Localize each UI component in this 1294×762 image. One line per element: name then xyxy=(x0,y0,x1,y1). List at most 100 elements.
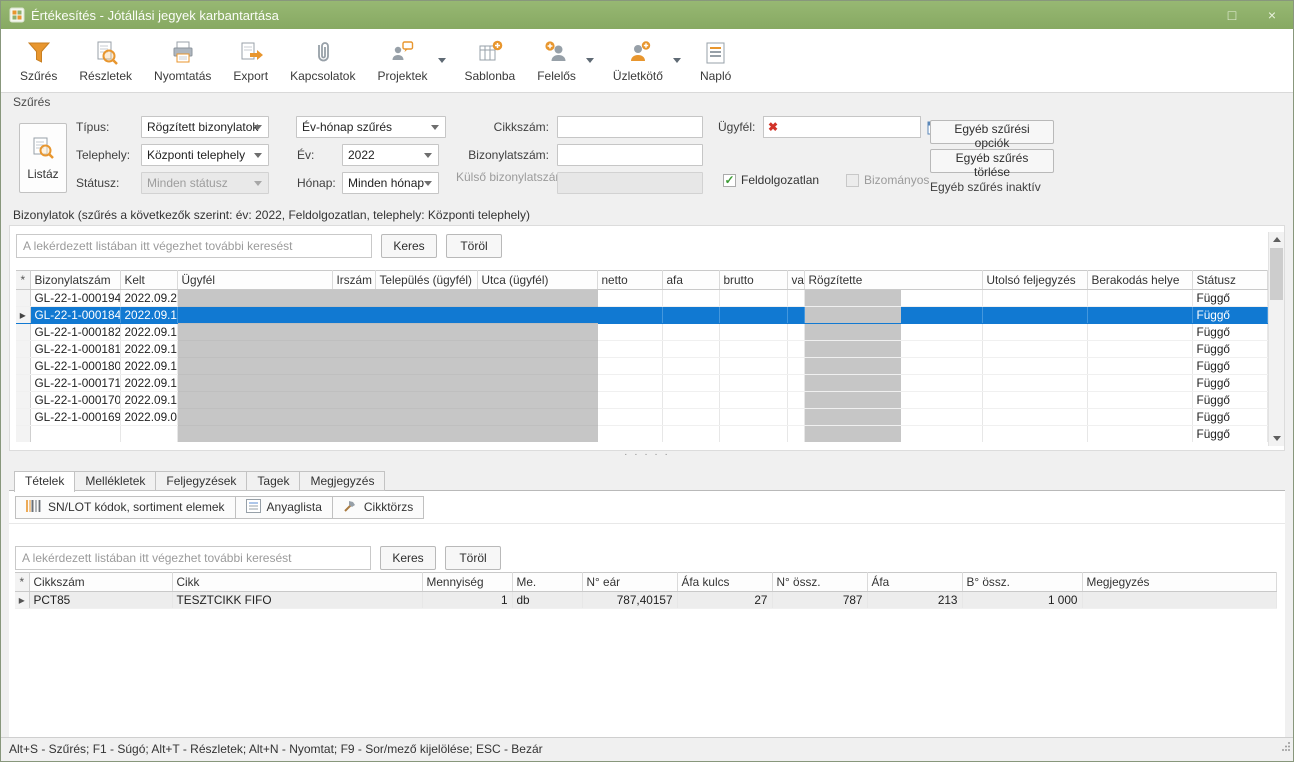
column-header[interactable]: va xyxy=(787,271,804,290)
chevron-down-icon[interactable] xyxy=(586,58,594,63)
document-row[interactable]: GL-22-1-000180 2022.09.16 xyxy=(16,358,1268,375)
resize-grip[interactable] xyxy=(1281,736,1291,759)
detail-tab[interactable]: Mellékletek xyxy=(74,471,156,491)
month-combo[interactable]: Minden hónap xyxy=(342,172,439,194)
column-header[interactable]: Áfa xyxy=(867,573,962,592)
vertical-scrollbar[interactable] xyxy=(1268,232,1284,446)
toolbar-attachments-button[interactable]: Kapcsolatok xyxy=(279,29,366,92)
clear-customer-icon[interactable]: ✖ xyxy=(764,117,782,137)
clear-other-filter-button[interactable]: Egyéb szűrés törlése xyxy=(930,149,1054,173)
item-row[interactable]: ▸ PCT85 TESZTCIKK FIFO 1 db 787,40157 27… xyxy=(15,592,1277,609)
column-header[interactable]: Berakodás helye xyxy=(1087,271,1192,290)
toolbar-label: Projektek xyxy=(377,69,427,83)
scroll-down-icon[interactable] xyxy=(1269,431,1284,446)
detail-tab[interactable]: Megjegyzés xyxy=(299,471,385,491)
toolbar-export-button[interactable]: Export xyxy=(222,29,279,92)
documents-search-button[interactable]: Keres xyxy=(381,234,437,258)
list-button[interactable]: Listáz xyxy=(19,123,67,193)
document-row[interactable]: GL-22-1-000169 2022.09.08 xyxy=(16,409,1268,426)
column-header[interactable]: Bizonylatszám xyxy=(30,271,120,290)
document-number-input[interactable] xyxy=(557,144,703,166)
toolbar-label: Felelős xyxy=(537,69,576,83)
column-header[interactable]: N° össz. xyxy=(772,573,867,592)
consignment-checkbox[interactable]: Bizományos xyxy=(846,173,929,187)
detail-tab[interactable]: Feljegyzések xyxy=(155,471,247,491)
toolbar-projects-button[interactable]: Projektek xyxy=(366,29,453,92)
chevron-down-icon[interactable] xyxy=(438,58,446,63)
column-header[interactable]: Cikk xyxy=(172,573,422,592)
items-clear-search-button[interactable]: Töröl xyxy=(445,546,501,570)
scroll-up-icon[interactable] xyxy=(1269,232,1284,247)
column-header[interactable]: Státusz xyxy=(1192,271,1268,290)
item-number-input[interactable] xyxy=(557,116,703,138)
toolbar-salesrep-button[interactable]: Üzletkötő xyxy=(602,29,689,92)
toolbar-filter-button[interactable]: Szűrés xyxy=(9,29,68,92)
close-button[interactable]: × xyxy=(1261,7,1283,23)
scrollbar-thumb[interactable] xyxy=(1270,248,1283,300)
toolbar-label: Kapcsolatok xyxy=(290,69,355,83)
chevron-down-icon[interactable] xyxy=(673,58,681,63)
cell-net xyxy=(597,341,662,358)
column-header[interactable]: brutto xyxy=(719,271,787,290)
items-search-button[interactable]: Keres xyxy=(380,546,436,570)
column-header[interactable]: afa xyxy=(662,271,719,290)
toolbar-log-button[interactable]: Napló xyxy=(689,29,742,92)
item-master-button[interactable]: Cikktörzs xyxy=(332,496,424,519)
status-combo[interactable]: Minden státusz xyxy=(141,172,269,194)
material-list-button[interactable]: Anyaglista xyxy=(235,496,333,519)
cell-comment xyxy=(1082,592,1277,609)
column-header[interactable]: Mennyiség xyxy=(422,573,512,592)
column-header[interactable]: Utolsó feljegyzés xyxy=(982,271,1087,290)
items-search-input[interactable] xyxy=(15,546,371,570)
site-combo[interactable]: Központi telephely xyxy=(141,144,269,166)
unprocessed-checkbox[interactable]: ✓ Feldolgozatlan xyxy=(723,173,819,187)
panel-splitter[interactable]: · · · · · xyxy=(1,451,1293,469)
cell-gross xyxy=(719,324,787,341)
document-row[interactable]: GL-22-1-000182 2022.09.16 xyxy=(16,324,1268,341)
cell-city xyxy=(375,358,477,375)
column-header[interactable]: Me. xyxy=(512,573,582,592)
document-row[interactable]: GL-22-1-000170 2022.09.14 xyxy=(16,392,1268,409)
document-row[interactable]: GL-22-1-000171 2022.09.14 xyxy=(16,375,1268,392)
toolbar-responsible-button[interactable]: Felelős xyxy=(526,29,602,92)
other-filter-options-button[interactable]: Egyéb szűrési opciók xyxy=(930,120,1054,144)
external-document-number-input[interactable] xyxy=(557,172,703,194)
document-row[interactable]: ▸ GL-22-1-000184 2022.09.19 xyxy=(16,307,1268,324)
column-header[interactable]: N° eár xyxy=(582,573,677,592)
date-filter-mode-combo[interactable]: Év-hónap szűrés xyxy=(296,116,446,138)
document-row[interactable]: GL-22-1-000181 2022.09.16 xyxy=(16,341,1268,358)
column-header[interactable]: Áfa kulcs xyxy=(677,573,772,592)
row-indicator xyxy=(16,358,30,375)
column-header[interactable]: Utca (ügyfél) xyxy=(477,271,597,290)
documents-clear-search-button[interactable]: Töröl xyxy=(446,234,502,258)
detail-tab[interactable]: Tagek xyxy=(246,471,300,491)
maximize-button[interactable]: □ xyxy=(1221,7,1243,23)
snlot-button[interactable]: SN/LOT kódok, sortiment elemek xyxy=(15,496,236,519)
cell-status: Függő xyxy=(1192,324,1268,341)
header-indicator: * xyxy=(15,573,29,592)
column-header[interactable]: Megjegyzés xyxy=(1082,573,1277,592)
column-header[interactable]: Település (ügyfél) xyxy=(375,271,477,290)
cell-document-number: GL-22-1-000194 xyxy=(30,290,120,307)
toolbar-print-button[interactable]: Nyomtatás xyxy=(143,29,222,92)
toolbar-template-button[interactable]: Sablonba xyxy=(454,29,527,92)
year-combo[interactable]: 2022 xyxy=(342,144,439,166)
column-header[interactable]: Kelt xyxy=(120,271,177,290)
responsible-person-icon xyxy=(544,38,570,66)
column-header[interactable]: B° össz. xyxy=(962,573,1082,592)
document-row[interactable]: GL-22-1-000194 2022.09.23 xyxy=(16,290,1268,307)
column-header[interactable]: Irszám xyxy=(332,271,375,290)
customer-lookup-field[interactable]: ✖ xyxy=(763,116,921,138)
document-row[interactable]: Függő xyxy=(16,426,1268,443)
toolbar-details-button[interactable]: Részletek xyxy=(68,29,143,92)
detail-tab[interactable]: Tételek xyxy=(14,471,75,492)
documents-search-input[interactable] xyxy=(16,234,372,258)
row-indicator xyxy=(16,375,30,392)
other-filter-status-text: Egyéb szűrés inaktív xyxy=(930,180,1041,194)
column-header[interactable]: Rögzítette xyxy=(804,271,982,290)
column-header[interactable]: Ügyfél xyxy=(177,271,332,290)
snlot-button-label: SN/LOT kódok, sortiment elemek xyxy=(48,500,225,514)
type-combo[interactable]: Rögzített bizonylatok xyxy=(141,116,269,138)
column-header[interactable]: Cikkszám xyxy=(29,573,172,592)
column-header[interactable]: netto xyxy=(597,271,662,290)
